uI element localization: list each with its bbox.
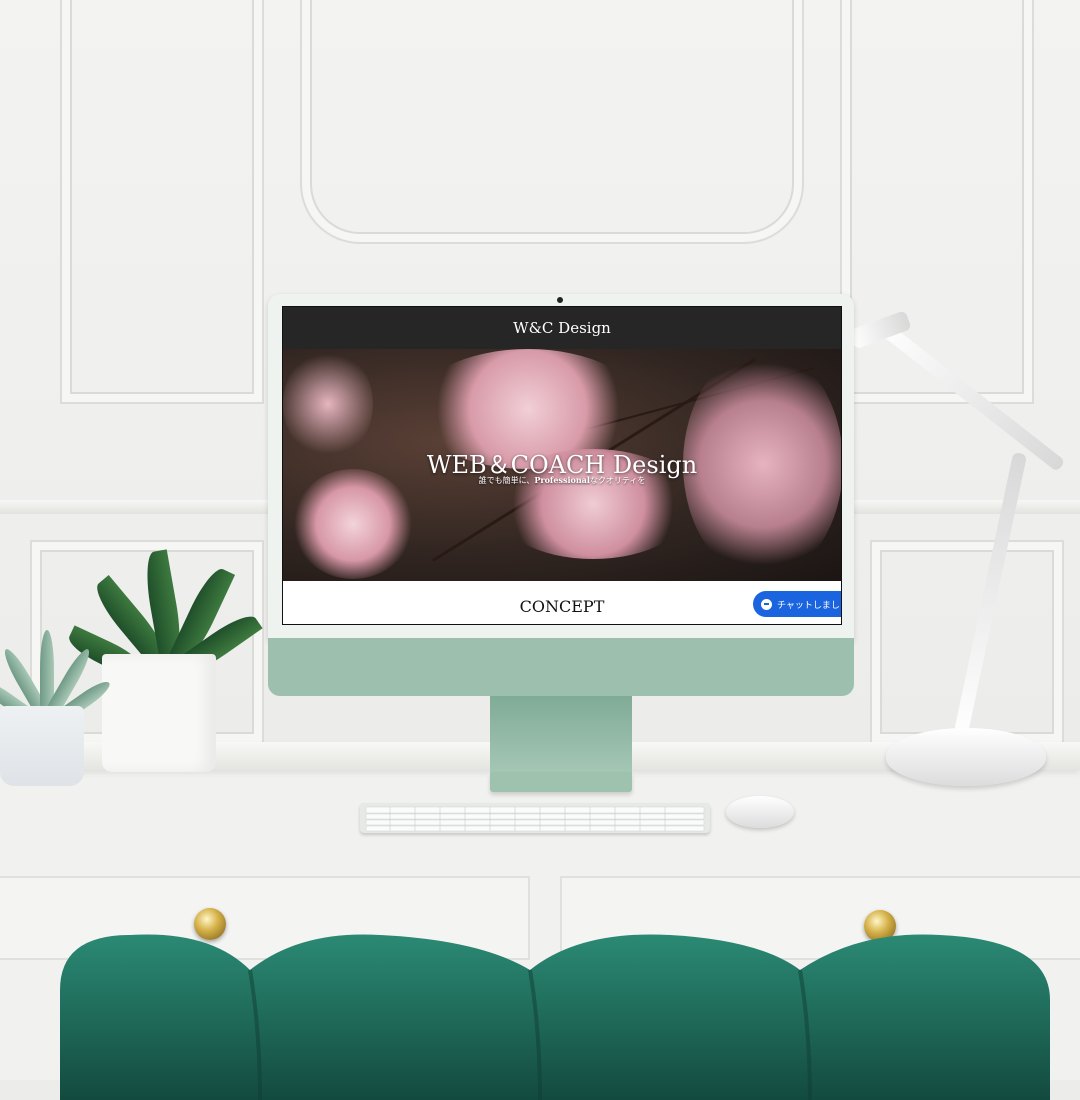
hero-subtitle-prefix: 誰でも簡単に、 bbox=[478, 476, 535, 485]
site-brand[interactable]: W&C Design bbox=[513, 319, 611, 337]
mouse bbox=[726, 796, 794, 828]
keyboard-keys bbox=[365, 806, 705, 832]
lamp-base bbox=[886, 728, 1046, 786]
wall-panel-top-center bbox=[300, 0, 804, 244]
chat-bubble-icon bbox=[761, 598, 772, 610]
monitor-stand bbox=[490, 696, 632, 776]
plant-pot-blue bbox=[0, 706, 84, 786]
site-header: W&C Design bbox=[283, 307, 841, 349]
photo-scene: W&C Design WEB＆COACH Design 誰でも簡単に、Profe… bbox=[0, 0, 1080, 1100]
camera-icon bbox=[557, 297, 563, 303]
blossom-cluster bbox=[283, 349, 373, 459]
keyboard bbox=[360, 803, 710, 833]
monitor-stand-base bbox=[490, 772, 632, 792]
hero-subtitle-bold: Professional bbox=[534, 475, 590, 485]
monitor-chin bbox=[268, 638, 854, 696]
chat-button[interactable]: チャットしまし bbox=[753, 591, 841, 617]
hero-banner: WEB＆COACH Design 誰でも簡単に、Professionalなクオリ… bbox=[283, 349, 841, 581]
plant-pot-white bbox=[102, 654, 216, 772]
velvet-chair bbox=[60, 934, 1050, 1100]
chat-button-label: チャットしまし bbox=[777, 600, 840, 611]
monitor-screen: W&C Design WEB＆COACH Design 誰でも簡単に、Profe… bbox=[282, 306, 842, 625]
hero-subtitle-suffix: なクオリティを bbox=[589, 476, 646, 485]
hero-subtitle: 誰でも簡単に、Professionalなクオリティを bbox=[283, 475, 841, 486]
wall-panel-top-left bbox=[60, 0, 264, 404]
